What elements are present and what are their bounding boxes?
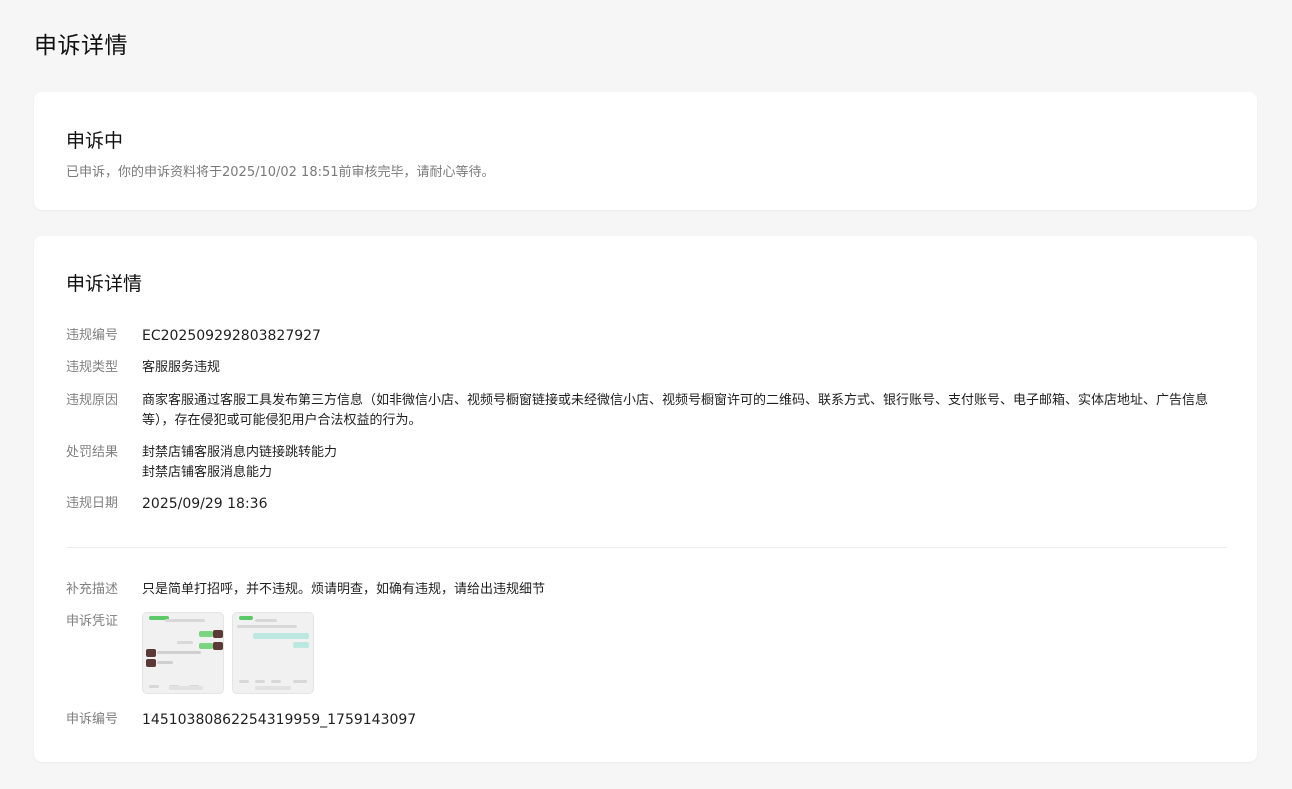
evidence-image-1[interactable] xyxy=(142,612,224,694)
evidence-row: 申诉凭证 xyxy=(66,612,1212,694)
violation-id-label: 违规编号 xyxy=(66,328,119,343)
appeal-id-row: 申诉编号 14510380862254319959_1759143097 xyxy=(66,710,1212,730)
violation-reason-row: 违规原因 商家客服通过客服工具发布第三方信息（如非微信小店、视频号橱窗链接或未经… xyxy=(66,391,1212,431)
penalty-row: 处罚结果 封禁店铺客服消息内链接跳转能力 封禁店铺客服消息能力 xyxy=(66,443,1212,483)
section-divider xyxy=(66,547,1226,548)
violation-date-label: 违规日期 xyxy=(66,496,119,511)
violation-type-row: 违规类型 客服服务违规 xyxy=(66,358,1212,378)
violation-reason-value: 商家客服通过客服工具发布第三方信息（如非微信小店、视频号橱窗链接或未经微信小店、… xyxy=(142,393,1209,428)
page-title: 申诉详情 xyxy=(34,33,128,59)
violation-id-row: 违规编号 EC202509292803827927 xyxy=(66,326,1212,346)
supplement-row: 补充描述 只是简单打招呼，并不违规。烦请明查，如确有违规，请给出违规细节 xyxy=(66,580,1212,600)
violation-reason-label: 违规原因 xyxy=(66,393,119,408)
detail-title: 申诉详情 xyxy=(66,273,143,295)
supplement-value: 只是简单打招呼，并不违规。烦请明查，如确有违规，请给出违规细节 xyxy=(142,582,546,597)
penalty-item-link-jump: 封禁店铺客服消息内链接跳转能力 xyxy=(142,445,338,460)
evidence-label: 申诉凭证 xyxy=(66,614,119,629)
violation-type-value: 客服服务违规 xyxy=(142,360,221,375)
evidence-image-2[interactable] xyxy=(232,612,314,694)
status-description: 已申诉，你的申诉资料将于2025/10/02 18:51前审核完毕，请耐心等待。 xyxy=(66,165,495,180)
violation-id-value: EC202509292803827927 xyxy=(142,328,321,344)
violation-date-row: 违规日期 2025/09/29 18:36 xyxy=(66,494,1212,514)
penalty-item-message: 封禁店铺客服消息能力 xyxy=(142,465,273,480)
appeal-id-label: 申诉编号 xyxy=(66,712,119,727)
evidence-thumbnails xyxy=(142,612,1212,694)
appeal-status-card: 申诉中 已申诉，你的申诉资料将于2025/10/02 18:51前审核完毕，请耐… xyxy=(34,92,1257,210)
appeal-id-value: 14510380862254319959_1759143097 xyxy=(142,712,417,728)
supplement-label: 补充描述 xyxy=(66,582,119,597)
appeal-detail-card: 申诉详情 违规编号 EC202509292803827927 违规类型 客服服务… xyxy=(34,236,1257,762)
status-title: 申诉中 xyxy=(66,130,124,152)
violation-date-value: 2025/09/29 18:36 xyxy=(142,496,268,512)
penalty-label: 处罚结果 xyxy=(66,445,119,460)
violation-type-label: 违规类型 xyxy=(66,360,119,375)
